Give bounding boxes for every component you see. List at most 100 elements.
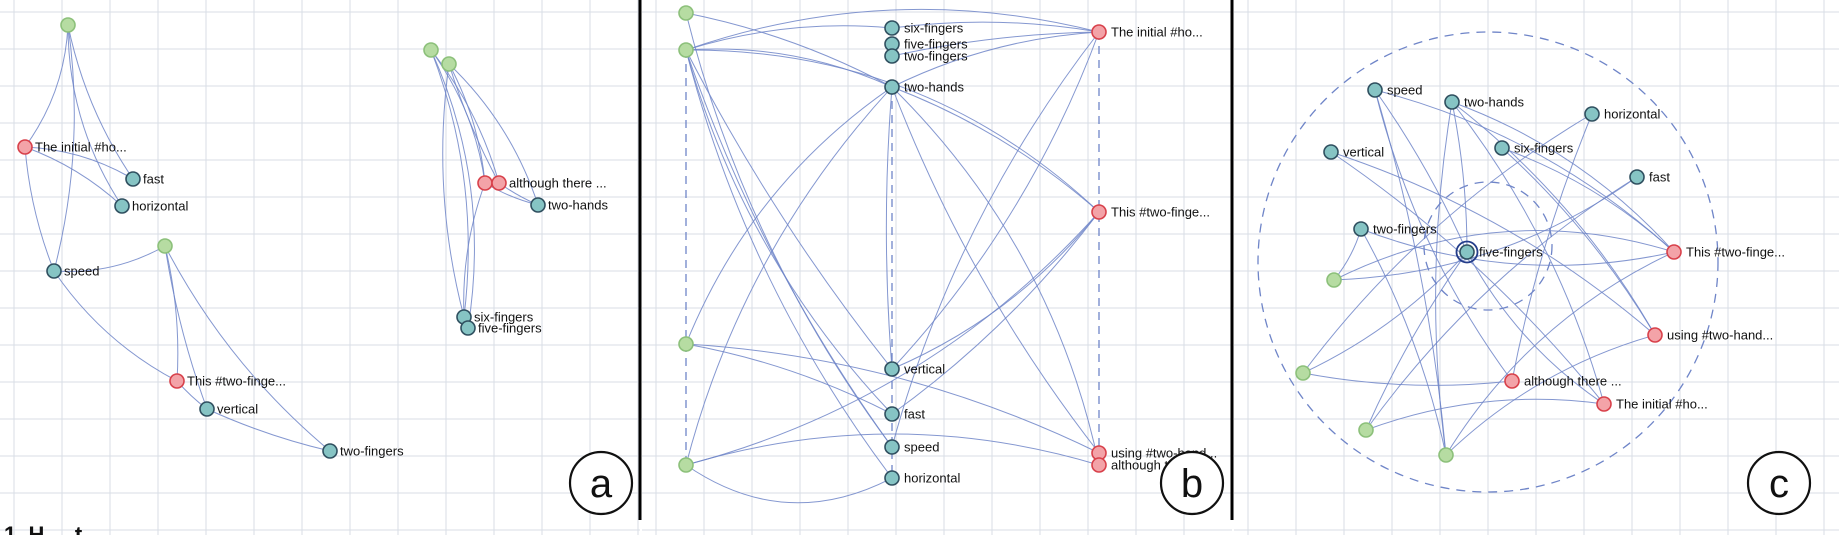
node-teal-hor — [114, 198, 130, 214]
edge — [1445, 334, 1656, 456]
node-label-hor: horizontal — [904, 471, 960, 486]
caption-fragment: 1. H ... t ... — [4, 522, 107, 535]
panel-letter: c — [1769, 462, 1789, 506]
node-red-r1 — [1091, 24, 1107, 40]
node-label-vert: vertical — [1343, 145, 1384, 160]
node-label-r3: although there ... — [1524, 374, 1622, 389]
node-teal-hor — [884, 470, 900, 486]
node-green-g3 — [678, 336, 694, 352]
edge — [164, 245, 331, 452]
node-green-g4 — [441, 56, 457, 72]
node-label-six: six-fingers — [904, 21, 964, 36]
node-label-r4: The initial #ho... — [1616, 397, 1708, 412]
node-green-g1 — [1326, 272, 1342, 288]
edge — [67, 24, 123, 207]
figure: The initial #ho... fast horizontal speed Thi… — [0, 0, 1839, 535]
node-label-r4: although there ... — [509, 176, 607, 191]
node-teal-twoh — [1444, 94, 1460, 110]
node-teal-fast — [1629, 169, 1645, 185]
node-label-six: six-fingers — [1514, 141, 1574, 156]
edge — [891, 211, 1100, 415]
node-teal-twof — [1353, 221, 1369, 237]
node-label-speed: speed — [1387, 83, 1422, 98]
edge — [685, 49, 893, 415]
edge — [1365, 251, 1468, 431]
edge — [685, 49, 893, 370]
node-red-r1 — [1666, 244, 1682, 260]
edge — [885, 86, 893, 370]
node-label-r1: This #two-finge... — [1686, 245, 1785, 260]
node-teal-five — [1459, 244, 1475, 260]
node-teal-five — [460, 320, 476, 336]
panel-label-c: c — [1746, 450, 1812, 516]
node-label-five: five-fingers — [478, 321, 542, 336]
node-label-r1: The initial #ho... — [35, 140, 127, 155]
node-red-r4 — [1091, 457, 1107, 473]
panel-letter: b — [1181, 462, 1203, 506]
edge — [1365, 398, 1605, 431]
edge — [24, 146, 55, 272]
edge — [685, 25, 893, 51]
node-label-vert: vertical — [904, 362, 945, 377]
panel-letter: a — [590, 462, 613, 506]
node-green-g2 — [678, 42, 694, 58]
edge — [1333, 228, 1362, 281]
node-red-r4 — [491, 175, 507, 191]
node-teal-six — [884, 20, 900, 36]
node-label-r1: The initial #ho... — [1111, 25, 1203, 40]
edge — [67, 24, 134, 180]
node-label-r2: This #two-finge... — [1111, 205, 1210, 220]
node-green-g1 — [678, 5, 694, 21]
node-label-fast: fast — [1649, 170, 1670, 185]
node-red-r3 — [1504, 373, 1520, 389]
node-label-fast: fast — [143, 172, 164, 187]
node-red-r2 — [1647, 327, 1663, 343]
node-green-g3 — [1358, 422, 1374, 438]
node-label-five: five-fingers — [1479, 245, 1543, 260]
edge — [891, 86, 1100, 213]
node-label-twof: two-fingers — [340, 444, 404, 459]
panel-label-a: a — [568, 450, 634, 516]
edge — [1365, 176, 1638, 431]
node-label-twoh: two-hands — [904, 80, 964, 95]
node-label-r2: using #two-hand... — [1667, 328, 1773, 343]
node-teal-twof — [884, 48, 900, 64]
edge — [1302, 372, 1513, 386]
edge — [53, 270, 178, 382]
edge — [430, 49, 475, 329]
node-teal-fast — [884, 406, 900, 422]
edge — [685, 86, 893, 466]
edge — [1451, 101, 1468, 253]
node-teal-speed — [1367, 82, 1383, 98]
edge — [685, 86, 893, 345]
edge — [430, 49, 469, 318]
node-teal-vert — [199, 401, 215, 417]
panel-c: speed two-hands horizontal vertical six-fing… — [1257, 31, 1812, 516]
node-teal-speed — [46, 263, 62, 279]
node-green-g3 — [423, 42, 439, 58]
node-teal-vert — [1323, 144, 1339, 160]
node-red-r2 — [169, 373, 185, 389]
node-label-speed: speed — [904, 440, 939, 455]
node-red-r3 — [477, 175, 493, 191]
node-label-hor: horizontal — [1604, 107, 1660, 122]
node-label-hor: horizontal — [132, 199, 188, 214]
node-green-g4 — [678, 457, 694, 473]
node-label-twof: two-fingers — [904, 49, 968, 64]
node-green-g2 — [157, 238, 173, 254]
node-label-twof: two-fingers — [1373, 222, 1437, 237]
node-label-r2: This #two-finge... — [187, 374, 286, 389]
node-green-g1 — [60, 17, 76, 33]
node-red-r1 — [17, 139, 33, 155]
node-label-fast: fast — [904, 407, 925, 422]
node-teal-fast — [125, 171, 141, 187]
edge — [685, 464, 893, 504]
panel-b: six-fingersfive-fingerstwo-fingerstwo-ha… — [678, 5, 1225, 516]
node-red-r4 — [1596, 396, 1612, 412]
node-teal-six — [1494, 140, 1510, 156]
node-red-r2 — [1091, 204, 1107, 220]
panel-label-b: b — [1159, 450, 1225, 516]
edge — [1435, 101, 1453, 456]
node-teal-speed — [884, 439, 900, 455]
node-teal-twoh — [884, 79, 900, 95]
